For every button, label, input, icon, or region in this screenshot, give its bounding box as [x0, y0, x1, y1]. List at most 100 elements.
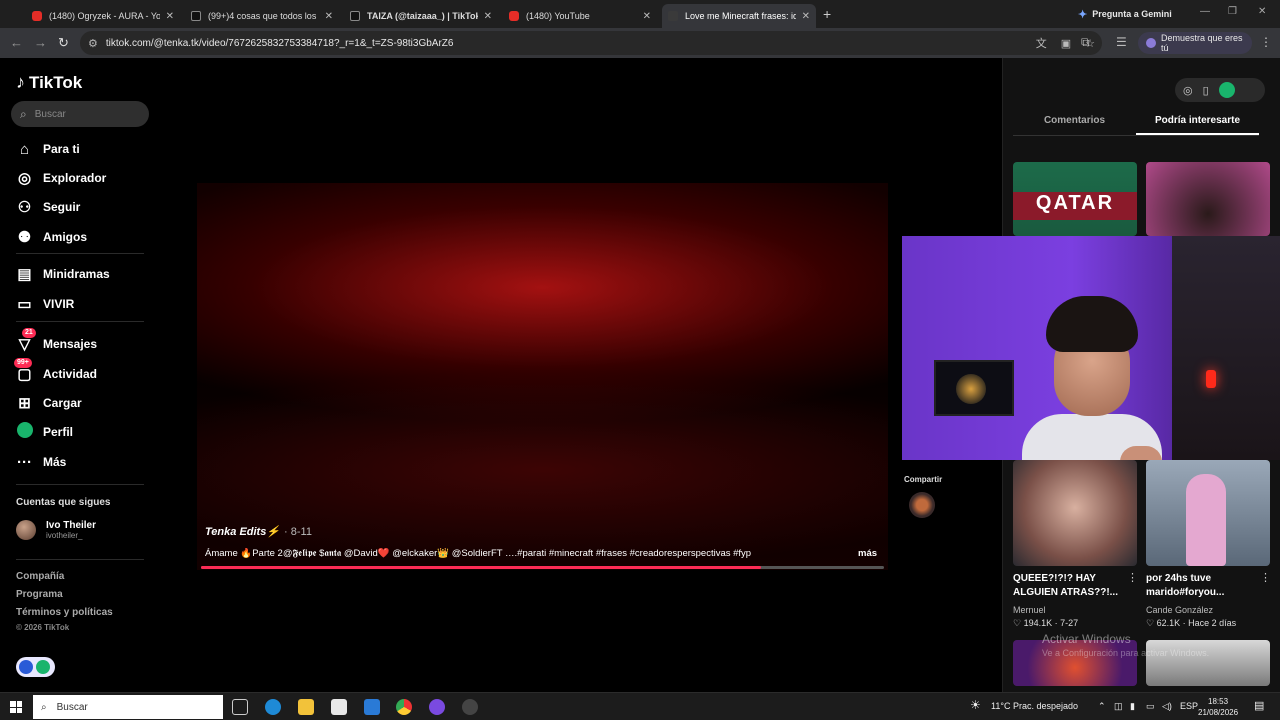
- caption-more-button[interactable]: más: [858, 548, 877, 559]
- footer-link-company[interactable]: Compañía: [16, 571, 64, 582]
- reload-icon[interactable]: ↻: [58, 35, 69, 51]
- site-info-icon[interactable]: ⚙: [88, 37, 98, 50]
- share-label[interactable]: Compartir: [904, 475, 942, 484]
- browser-tab[interactable]: TAIZA (@taizaaa_) | TikTok ✕: [344, 4, 498, 28]
- video-thumbnail[interactable]: QATAR: [1013, 162, 1137, 236]
- sidebar-item-mas[interactable]: ··· Más: [16, 451, 66, 473]
- close-icon[interactable]: ✕: [802, 11, 810, 22]
- browser-menu-icon[interactable]: ⋮: [1260, 35, 1272, 49]
- volume-icon[interactable]: ◁): [1162, 701, 1172, 712]
- gemini-button[interactable]: ✦ Pregunta a Gemini: [1078, 5, 1172, 23]
- profile-button[interactable]: Demuestra que eres tú: [1138, 32, 1252, 54]
- sidebar-item-minidramas[interactable]: ▤ Minidramas: [16, 263, 109, 285]
- search-input[interactable]: ⌕ Buscar: [11, 101, 149, 127]
- tab-podria-interesarte[interactable]: Podría interesarte: [1136, 112, 1259, 135]
- windows-start-icon[interactable]: [10, 701, 22, 713]
- extensions-icon[interactable]: ⧉: [1081, 35, 1090, 50]
- weather-icon[interactable]: ☀: [970, 698, 981, 712]
- phone-icon[interactable]: ▯: [1203, 84, 1209, 97]
- panel-controls[interactable]: ◎ ▯: [1175, 78, 1265, 102]
- card-title[interactable]: por 24hs tuve marido#foryou...: [1146, 572, 1258, 600]
- close-icon[interactable]: ✕: [166, 11, 174, 22]
- edge-icon[interactable]: [265, 699, 281, 715]
- tiktok-logo[interactable]: ♪ TikTok: [16, 72, 82, 93]
- maximize-icon[interactable]: ❐: [1228, 6, 1237, 17]
- search-icon: ⌕: [41, 701, 47, 713]
- card-author[interactable]: Mernuel: [1013, 605, 1046, 615]
- taskbar-search-input[interactable]: ⌕ Buscar: [33, 695, 223, 719]
- translate-icon[interactable]: 文: [1036, 35, 1047, 51]
- weather-text[interactable]: 11°C Prac. despejado: [991, 701, 1078, 711]
- sidebar-item-amigos[interactable]: ⚉ Amigos: [16, 226, 87, 248]
- language-indicator[interactable]: ESP: [1180, 701, 1198, 711]
- microphone-icon[interactable]: ▮: [1130, 701, 1135, 712]
- url-text[interactable]: tiktok.com/@tenka.tk/video/7672625832753…: [106, 38, 1029, 49]
- task-view-icon[interactable]: [232, 699, 248, 715]
- home-icon: ⌂: [19, 140, 30, 158]
- following-account[interactable]: Ivo Theiler ivotheiler_: [16, 520, 96, 540]
- clock-date: 21/08/2026: [1198, 708, 1239, 717]
- back-icon[interactable]: ←: [10, 35, 23, 50]
- close-icon[interactable]: ✕: [484, 11, 492, 22]
- browser-tab[interactable]: (1480) Ogryzek - AURA - YouTube ✕: [26, 4, 180, 28]
- video-progress-bar[interactable]: [201, 566, 884, 569]
- sidebar-item-explorador[interactable]: ◎ Explorador: [16, 167, 106, 189]
- file-explorer-icon[interactable]: [298, 699, 314, 715]
- browser-tab[interactable]: (1480) YouTube ✕: [503, 4, 657, 28]
- windows-taskbar: ⌕ Buscar ☀ 11°C Prac. despejado ⌃ ◫ ▮ ▭ …: [0, 692, 1280, 720]
- sidebar-item-label: Cargar: [43, 396, 82, 410]
- video-player[interactable]: [197, 183, 888, 570]
- lamp-shape: [1206, 370, 1216, 388]
- new-tab-button[interactable]: +: [823, 6, 831, 22]
- app-toggle[interactable]: [16, 657, 55, 677]
- sidebar-item-actividad[interactable]: ▢ 99+ Actividad: [14, 358, 98, 385]
- sidebar-item-vivir[interactable]: ▭ VIVIR: [16, 293, 74, 315]
- browser-tab-active[interactable]: Love me Minecraft frases: ideas ✕: [662, 4, 816, 28]
- discord-icon[interactable]: [429, 699, 445, 715]
- store-icon[interactable]: [331, 699, 347, 715]
- sidebar-item-para-ti[interactable]: ⌂ Para ti: [16, 138, 80, 160]
- tray-chevron-icon[interactable]: ⌃: [1098, 701, 1106, 712]
- cast-icon[interactable]: ▣: [1061, 37, 1071, 50]
- close-icon[interactable]: ✕: [325, 11, 333, 22]
- app-icon[interactable]: [462, 699, 478, 715]
- tab-comentarios[interactable]: Comentarios: [1013, 112, 1136, 135]
- video-thumbnail[interactable]: [1146, 640, 1270, 686]
- card-title[interactable]: QUEEE?!?!? HAY ALGUIEN ATRAS??!...: [1013, 572, 1125, 600]
- video-thumbnail[interactable]: [1013, 640, 1137, 686]
- video-author[interactable]: Tenka Edits⚡ · 8-11: [205, 525, 312, 538]
- minimize-icon[interactable]: —: [1200, 6, 1210, 17]
- sidebar-item-cargar[interactable]: ⊞ Cargar: [16, 392, 82, 414]
- video-thumbnail[interactable]: [1146, 460, 1270, 566]
- notifications-icon[interactable]: ▤: [1254, 699, 1264, 712]
- reading-list-icon[interactable]: ☰: [1116, 35, 1127, 49]
- sidebar-item-perfil[interactable]: Perfil: [16, 421, 73, 443]
- close-window-icon[interactable]: ✕: [1258, 6, 1266, 17]
- sidebar-item-label: VIVIR: [43, 297, 75, 311]
- video-thumbnail[interactable]: [1146, 162, 1270, 236]
- sidebar-item-label: Más: [43, 455, 67, 469]
- footer-link-terms[interactable]: Términos y políticas: [16, 607, 113, 618]
- forward-icon[interactable]: →: [34, 35, 47, 50]
- browser-tab[interactable]: (99+)4 cosas que todos los hombres ✕: [185, 4, 339, 28]
- mail-icon[interactable]: [364, 699, 380, 715]
- address-bar[interactable]: ⚙ tiktok.com/@tenka.tk/video/76726258327…: [80, 31, 1102, 55]
- card-author[interactable]: Cande González: [1146, 605, 1213, 615]
- compass-icon[interactable]: ◎: [1183, 84, 1193, 97]
- more-options-icon[interactable]: ⋮: [1127, 571, 1138, 584]
- sidebar-item-seguir[interactable]: ⚇ Seguir: [16, 196, 81, 218]
- sidebar-item-label: Actividad: [43, 367, 98, 381]
- clock[interactable]: 18:53 21/08/2026: [1198, 696, 1238, 718]
- network-icon[interactable]: ▭: [1146, 701, 1155, 712]
- sidebar-item-mensajes[interactable]: ▽ 21 Mensajes: [16, 328, 97, 355]
- sound-disc-icon[interactable]: [909, 492, 935, 518]
- avatar[interactable]: [1218, 82, 1235, 98]
- footer-link-program[interactable]: Programa: [16, 589, 63, 600]
- more-options-icon[interactable]: ⋮: [1260, 571, 1271, 584]
- card-date: 7-27: [1060, 618, 1079, 628]
- video-thumbnail[interactable]: [1013, 460, 1137, 566]
- heart-icon: ♡: [1013, 618, 1022, 628]
- chrome-icon[interactable]: [396, 699, 412, 715]
- close-icon[interactable]: ✕: [643, 11, 651, 22]
- tray-icon[interactable]: ◫: [1114, 701, 1123, 712]
